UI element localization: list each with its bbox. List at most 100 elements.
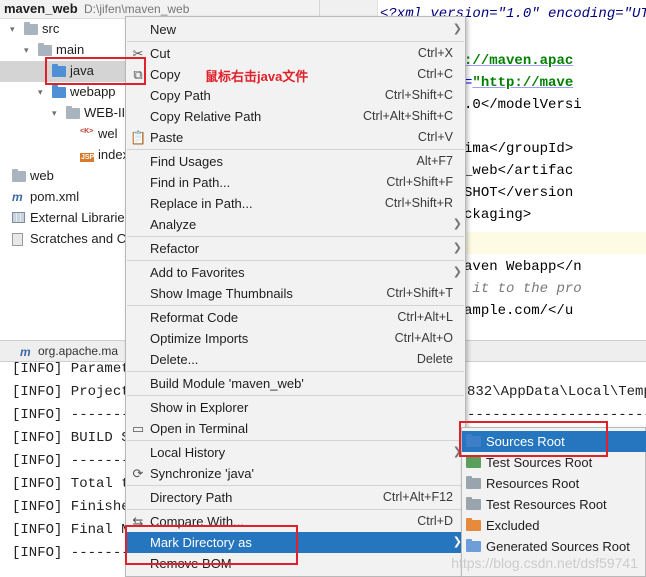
console-line: [INFO] ------- bbox=[12, 407, 130, 423]
submenu-arrow-icon: ❯ bbox=[452, 266, 462, 278]
menu-item-delete[interactable]: Delete... Delete bbox=[126, 349, 465, 370]
terminal-icon: ▭ bbox=[131, 421, 145, 436]
menu-item-label: Build Module 'maven_web' bbox=[150, 376, 304, 391]
menu-item-label: Copy Relative Path bbox=[150, 109, 262, 124]
java-folder-highlight bbox=[45, 57, 146, 85]
watermark: https://blog.csdn.net/dsf59741 bbox=[451, 555, 638, 571]
submenu-item-label: Generated Sources Root bbox=[486, 539, 630, 554]
library-icon bbox=[12, 212, 26, 225]
menu-shortcut: Alt+F7 bbox=[416, 154, 453, 168]
expand-arrow-icon[interactable]: ▾ bbox=[38, 86, 48, 98]
web-folder-icon bbox=[52, 85, 66, 99]
run-tab[interactable]: org.apache.ma bbox=[38, 344, 118, 358]
tree-item-label: wel bbox=[98, 126, 118, 141]
scratches-icon bbox=[12, 233, 26, 246]
menu-shortcut: Ctrl+Alt+F12 bbox=[382, 490, 453, 504]
submenu-arrow-icon: ❯ bbox=[452, 23, 462, 35]
menu-item-label: Copy Path bbox=[150, 88, 211, 103]
console-line: [INFO] ------- bbox=[12, 453, 130, 469]
menu-item-replace-in-path[interactable]: Replace in Path... Ctrl+Shift+R bbox=[126, 193, 465, 214]
folder-icon bbox=[66, 106, 80, 120]
tree-item-label: webapp bbox=[70, 84, 116, 99]
console-line: [INFO] Final Me bbox=[12, 522, 139, 538]
menu-shortcut: Ctrl+C bbox=[417, 67, 453, 81]
menu-item-local-history[interactable]: Local History ❯ bbox=[126, 442, 465, 463]
menu-item-optimize-imports[interactable]: Optimize Imports Ctrl+Alt+O bbox=[126, 328, 465, 349]
annotation-text: 鼠标右击java文件 bbox=[205, 69, 309, 84]
menu-item-copy-relative-path[interactable]: Copy Relative Path Ctrl+Alt+Shift+C bbox=[126, 106, 465, 127]
root-folder-icon bbox=[466, 476, 481, 489]
menu-item-new[interactable]: New ❯ bbox=[126, 19, 465, 40]
submenu-item-generated-sources-root[interactable]: Generated Sources Root bbox=[462, 536, 646, 557]
menu-shortcut: Ctrl+Shift+R bbox=[384, 196, 453, 210]
menu-item-directory-path[interactable]: Directory Path Ctrl+Alt+F12 bbox=[126, 487, 465, 508]
expand-arrow-icon[interactable]: ▾ bbox=[52, 107, 62, 119]
menu-item-find-usages[interactable]: Find Usages Alt+F7 bbox=[126, 151, 465, 172]
submenu-arrow-icon: ❯ bbox=[452, 242, 462, 254]
menu-separator bbox=[127, 260, 464, 261]
menu-item-show-in-explorer[interactable]: Show in Explorer bbox=[126, 397, 465, 418]
folder-icon bbox=[24, 22, 38, 36]
menu-separator bbox=[127, 149, 464, 150]
expand-arrow-icon[interactable]: ▾ bbox=[10, 23, 20, 35]
menu-item-label: Refactor bbox=[150, 241, 200, 256]
submenu-arrow-icon: ❯ bbox=[452, 218, 462, 230]
menu-item-analyze[interactable]: Analyze ❯ bbox=[126, 214, 465, 235]
menu-shortcut: Ctrl+X bbox=[417, 46, 453, 60]
menu-item-label: Synchronize 'java' bbox=[150, 466, 254, 481]
console-line-tail: 832\AppData\Local\Temp\ bbox=[467, 384, 646, 400]
menu-item-show-image-thumbnails[interactable]: Show Image Thumbnails Ctrl+Shift+T bbox=[126, 283, 465, 304]
menu-item-build-module-maven-web[interactable]: Build Module 'maven_web' bbox=[126, 373, 465, 394]
menu-item-label: Delete... bbox=[150, 352, 199, 367]
menu-item-label: Cut bbox=[150, 46, 171, 61]
submenu-item-excluded[interactable]: Excluded bbox=[462, 515, 646, 536]
submenu-item-label: Test Resources Root bbox=[486, 497, 607, 512]
sources-root-highlight bbox=[459, 421, 608, 457]
menu-separator bbox=[127, 509, 464, 510]
menu-item-label: Local History bbox=[150, 445, 226, 460]
menu-item-reformat-code[interactable]: Reformat Code Ctrl+Alt+L bbox=[126, 307, 465, 328]
submenu-item-test-resources-root[interactable]: Test Resources Root bbox=[462, 494, 646, 515]
menu-item-paste[interactable]: 📋 Paste Ctrl+V bbox=[126, 127, 465, 148]
menu-item-label: Directory Path bbox=[150, 490, 233, 505]
menu-shortcut: Ctrl+Shift+C bbox=[384, 88, 453, 102]
menu-separator bbox=[127, 41, 464, 42]
tree-item-label: web bbox=[30, 168, 54, 183]
menu-item-refactor[interactable]: Refactor ❯ bbox=[126, 238, 465, 259]
root-folder-icon bbox=[466, 455, 481, 468]
project-path: D:\jifen\maven_web bbox=[84, 2, 190, 16]
menu-item-find-in-path[interactable]: Find in Path... Ctrl+Shift+F bbox=[126, 172, 465, 193]
menu-separator bbox=[127, 395, 464, 396]
jsp-icon: JSP bbox=[80, 153, 95, 162]
menu-item-cut[interactable]: ✂ Cut Ctrl+X bbox=[126, 43, 465, 64]
clipboard-icon: 📋 bbox=[130, 130, 147, 145]
menu-item-label: Show in Explorer bbox=[150, 400, 249, 415]
maven-run-icon: m bbox=[20, 345, 31, 359]
expand-arrow-icon[interactable]: ▾ bbox=[24, 44, 34, 56]
tree-item-label: WEB-II bbox=[84, 105, 126, 120]
menu-item-synchronize-java[interactable]: ⟳ Synchronize 'java' bbox=[126, 463, 465, 484]
submenu-item-resources-root[interactable]: Resources Root bbox=[462, 473, 646, 494]
root-folder-icon bbox=[466, 539, 481, 552]
menu-shortcut: Ctrl+Alt+L bbox=[397, 310, 453, 324]
menu-item-label: Find in Path... bbox=[150, 175, 231, 190]
menu-item-label: Replace in Path... bbox=[150, 196, 253, 211]
menu-shortcut: Ctrl+Alt+O bbox=[394, 331, 453, 345]
menu-item-label: Find Usages bbox=[150, 154, 223, 169]
menu-item-copy-path[interactable]: Copy Path Ctrl+Shift+C bbox=[126, 85, 465, 106]
console-line: [INFO] BUILD SU bbox=[12, 430, 139, 446]
sync-icon: ⟳ bbox=[132, 466, 144, 481]
folder-icon bbox=[38, 43, 52, 57]
menu-item-open-in-terminal[interactable]: ▭ Open in Terminal bbox=[126, 418, 465, 439]
menu-item-add-to-favorites[interactable]: Add to Favorites ❯ bbox=[126, 262, 465, 283]
menu-separator bbox=[127, 485, 464, 486]
context-menu: New ❯ ✂ Cut Ctrl+X ⧉ Copy Ctrl+C Copy Path Ctrl+S… bbox=[125, 16, 466, 577]
menu-item-label: Open in Terminal bbox=[150, 421, 249, 436]
console-line: [INFO] Total ti bbox=[12, 476, 139, 492]
maven-icon: m bbox=[12, 190, 23, 204]
menu-item-label: Copy bbox=[150, 67, 181, 82]
tree-item-label: pom.xml bbox=[30, 189, 80, 204]
menu-item-label: New bbox=[150, 22, 177, 37]
menu-shortcut: Ctrl+V bbox=[417, 130, 453, 144]
menu-separator bbox=[127, 371, 464, 372]
